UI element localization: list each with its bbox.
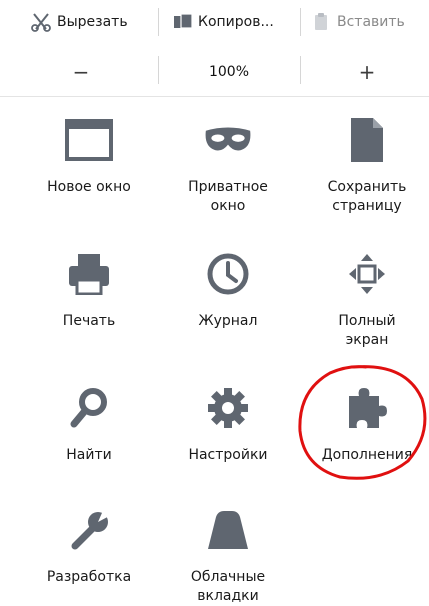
edit-controls-row: Вырезать Копиров... Вставить — [0, 0, 429, 48]
addons-button[interactable]: Дополнения — [307, 384, 427, 465]
zoom-separator — [300, 56, 301, 84]
menu-item-label: Журнал — [198, 313, 258, 329]
clock-icon — [207, 253, 249, 295]
wrench-icon — [71, 508, 111, 550]
search-icon — [70, 388, 107, 428]
menu-item-label: Сохранить страницу — [327, 179, 407, 214]
menu-item-label: Приватное окно — [188, 179, 268, 214]
edit-separator — [300, 8, 301, 36]
menu-item-label: Найти — [66, 447, 112, 463]
menu-item-label: Новое окно — [47, 179, 131, 195]
zoom-in-button[interactable]: + — [322, 56, 412, 88]
zoom-controls-row: − 100% + — [0, 52, 429, 92]
menu-item-label: Печать — [62, 313, 116, 329]
menu-item-label: Облачные вкладки — [190, 569, 266, 604]
cut-label: Вырезать — [57, 14, 128, 30]
menu-item-label: Дополнения — [321, 447, 413, 463]
save-page-button[interactable]: Сохранить страницу — [307, 116, 427, 216]
cloud-tabs-icon — [208, 511, 248, 549]
paste-label: Вставить — [337, 14, 405, 30]
copy-button[interactable]: Копиров... — [173, 8, 274, 36]
cut-button[interactable]: Вырезать — [30, 8, 128, 36]
synced-tabs-button[interactable]: Облачные вкладки — [168, 506, 288, 606]
find-button[interactable]: Найти — [29, 384, 149, 465]
zoom-level-button[interactable]: 100% — [158, 56, 300, 88]
menu-item-label: Настройки — [188, 447, 268, 463]
scissors-icon — [31, 13, 51, 32]
settings-button[interactable]: Настройки — [168, 384, 288, 465]
paste-button[interactable]: Вставить — [312, 8, 405, 36]
panel-divider — [0, 96, 429, 97]
menu-item-label: Разработка — [46, 569, 132, 585]
copy-label: Копиров... — [198, 14, 274, 30]
copy-icon — [174, 13, 193, 29]
clipboard-icon — [315, 13, 327, 30]
developer-button[interactable]: Разработка — [29, 506, 149, 587]
printer-icon — [69, 254, 109, 295]
fullscreen-icon — [349, 254, 385, 294]
private-mask-icon — [205, 127, 251, 151]
fullscreen-button[interactable]: Полный экран — [307, 250, 427, 350]
gear-icon — [208, 388, 248, 428]
edit-separator — [158, 8, 159, 36]
private-window-button[interactable]: Приватное окно — [168, 116, 288, 216]
menu-item-label: Полный экран — [338, 313, 396, 348]
window-icon — [65, 119, 113, 161]
history-button[interactable]: Журнал — [168, 250, 288, 331]
new-window-button[interactable]: Новое окно — [29, 116, 149, 197]
puzzle-icon — [349, 388, 387, 428]
print-button[interactable]: Печать — [29, 250, 149, 331]
page-icon — [351, 118, 383, 162]
zoom-out-button[interactable]: − — [36, 56, 126, 88]
